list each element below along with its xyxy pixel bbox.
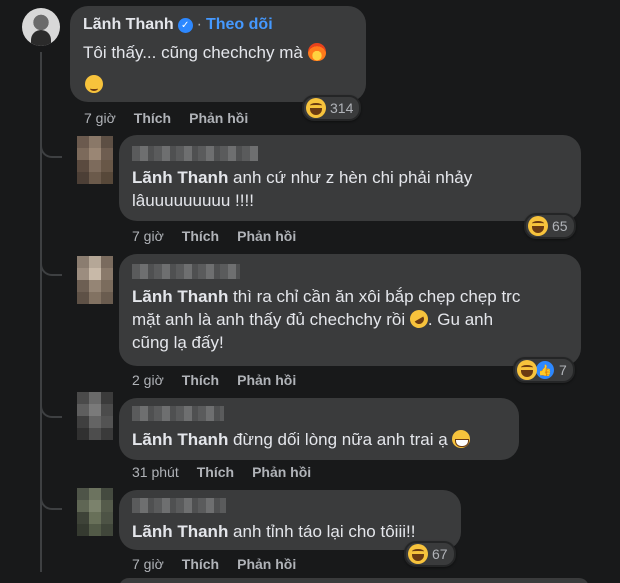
blurred-author-name: [132, 406, 224, 421]
avatar[interactable]: [77, 256, 113, 304]
reply-actions: 7 giờ Thích Phản hồi: [132, 228, 296, 244]
like-reaction-icon: 👍: [535, 360, 555, 380]
blurred-author-name: [132, 146, 258, 161]
thread-connector: [40, 400, 62, 418]
reply-bubble-partial: [119, 578, 589, 583]
timestamp[interactable]: 7 giờ: [84, 110, 116, 126]
blurred-author-name: [132, 264, 240, 279]
reaction-count: 67: [432, 546, 448, 562]
avatar[interactable]: [22, 8, 60, 46]
relieved-emoji-row: [85, 75, 103, 95]
reply-button[interactable]: Phản hồi: [237, 556, 296, 572]
reply-body: thì ra chỉ cần ăn xôi bắp chẹp chẹp trc: [228, 287, 521, 306]
reply-actions: 2 giờ Thích Phản hồi: [132, 372, 296, 388]
follow-button[interactable]: Theo dõi: [206, 16, 273, 34]
grinning-emoji-icon: [452, 430, 471, 448]
verified-badge-icon: ✓: [177, 17, 193, 33]
separator-dot: ·: [196, 16, 202, 33]
thread-connector: [40, 492, 62, 510]
avatar[interactable]: [77, 488, 113, 536]
reply-text: Lãnh Thanh thì ra chỉ cần ăn xôi bắp chẹ…: [132, 285, 572, 354]
like-button[interactable]: Thích: [182, 372, 219, 388]
haha-reaction-icon: [528, 216, 548, 236]
blurred-author-name: [132, 498, 226, 513]
reaction-summary[interactable]: 👍 7: [513, 357, 575, 383]
thread-connector: [40, 140, 62, 158]
comment-header: Lãnh Thanh ✓ · Theo dõi: [83, 16, 273, 34]
author-name[interactable]: Lãnh Thanh: [83, 16, 174, 34]
fire-emoji-icon: [307, 43, 326, 61]
reply-actions: 31 phút Thích Phản hồi: [132, 464, 311, 480]
mention[interactable]: Lãnh Thanh: [132, 522, 228, 541]
avatar[interactable]: [77, 392, 113, 440]
thread-connector: [40, 258, 62, 276]
avatar[interactable]: [77, 136, 113, 184]
reply-button[interactable]: Phản hồi: [252, 464, 311, 480]
mention[interactable]: Lãnh Thanh: [132, 168, 228, 187]
like-button[interactable]: Thích: [197, 464, 234, 480]
reply-text: Lãnh Thanh anh cứ như z hèn chi phải nhả…: [132, 166, 572, 212]
timestamp[interactable]: 31 phút: [132, 464, 179, 480]
reply-body: anh tỉnh táo lại cho tôiii!!: [228, 522, 416, 541]
comment-body: Tôi thấy... cũng chechchy mà: [83, 43, 303, 62]
reaction-summary[interactable]: 314: [302, 95, 362, 121]
reply-body: anh cứ như z hèn chi phải nhảy: [228, 168, 473, 187]
comment-actions: 7 giờ Thích Phản hồi: [84, 110, 248, 126]
comment-text: Tôi thấy... cũng chechchy mà: [83, 41, 363, 64]
reply-button[interactable]: Phản hồi: [237, 228, 296, 244]
reaction-count: 65: [552, 218, 568, 234]
reply-body-end: cũng lạ đấy!: [132, 333, 224, 352]
like-button[interactable]: Thích: [182, 228, 219, 244]
timestamp[interactable]: 7 giờ: [132, 228, 164, 244]
like-button[interactable]: Thích: [182, 556, 219, 572]
reply-actions: 7 giờ Thích Phản hồi: [132, 556, 296, 572]
like-button[interactable]: Thích: [134, 110, 171, 126]
reaction-summary[interactable]: 65: [524, 213, 576, 239]
relieved-face-emoji-icon: [85, 75, 103, 93]
reaction-count: 314: [330, 100, 354, 116]
reply-body-continued: lâuuuuuuuuu !!!!: [132, 191, 254, 210]
timestamp[interactable]: 2 giờ: [132, 372, 164, 388]
haha-reaction-icon: [517, 360, 537, 380]
timestamp[interactable]: 7 giờ: [132, 556, 164, 572]
reply-body-continued: mặt anh là anh thấy đủ chechchy rồi: [132, 310, 406, 329]
mention[interactable]: Lãnh Thanh: [132, 287, 228, 306]
mention[interactable]: Lãnh Thanh: [132, 430, 228, 449]
reply-text: Lãnh Thanh anh tỉnh táo lại cho tôiii!!: [132, 520, 452, 543]
reply-text: Lãnh Thanh đừng dối lòng nữa anh trai ạ: [132, 428, 512, 451]
reply-button[interactable]: Phản hồi: [189, 110, 248, 126]
reply-body: đừng dối lòng nữa anh trai ạ: [228, 430, 448, 449]
reaction-count: 7: [559, 362, 567, 378]
haha-reaction-icon: [408, 544, 428, 564]
reaction-summary[interactable]: 67: [404, 541, 456, 567]
reply-body-tail: . Gu anh: [427, 310, 494, 329]
reply-button[interactable]: Phản hồi: [237, 372, 296, 388]
haha-reaction-icon: [306, 98, 326, 118]
